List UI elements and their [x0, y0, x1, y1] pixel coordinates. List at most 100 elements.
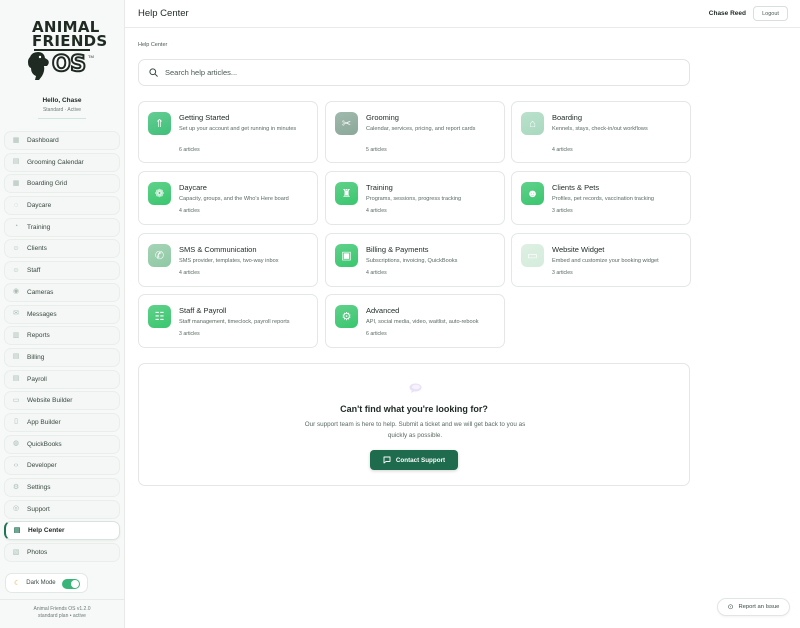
logo-os: OS [51, 51, 87, 78]
wallet-icon: ▣ [335, 244, 358, 267]
sidebar-item-dashboard[interactable]: ▦ Dashboard [4, 131, 120, 150]
camera-icon: ◉ [12, 288, 20, 296]
help-icon: ▤ [13, 526, 21, 534]
category-title: Staff & Payroll [179, 306, 227, 315]
support-icon: ◎ [12, 505, 20, 513]
category-card-daycare[interactable]: ❁ Daycare Capacity, groups, and the Who's … [138, 171, 318, 225]
sidebar-item-label: Grooming Calendar [27, 158, 84, 166]
sidebar-item-grooming-calendar[interactable]: ▤ Grooming Calendar [4, 152, 120, 172]
sidebar: ANIMAL FRIENDS OS TM Hello, Chase Standa… [0, 0, 125, 628]
category-description: Calendar, services, pricing, and report … [366, 126, 476, 132]
user-greeting: Hello, Chase [42, 97, 82, 104]
sidebar-item-help-center[interactable]: ▤ Help Center [4, 521, 120, 541]
top-bar: Help Center Chase Reed Logout [125, 0, 800, 28]
sidebar-item-clients[interactable]: ☺ Clients [4, 239, 120, 259]
sidebar-item-website-builder[interactable]: ▭ Website Builder [4, 391, 120, 411]
category-title: Getting Started [179, 113, 230, 122]
logo-tm: TM [88, 54, 94, 59]
category-card-staff-payroll[interactable]: ☷ Staff & Payroll Staff management, timecl… [138, 294, 318, 348]
sidebar-item-quickbooks[interactable]: ◍ QuickBooks [4, 434, 120, 454]
team-icon: ☷ [148, 305, 171, 328]
sidebar-item-reports[interactable]: ▥ Reports [4, 326, 120, 346]
category-card-boarding[interactable]: ⌂ Boarding Kennels, stays, check-in/out wo… [511, 101, 691, 163]
article-count: 3 articles [552, 208, 573, 214]
sidebar-item-daycare[interactable]: ◌ Daycare [4, 196, 120, 216]
sidebar-item-label: Dashboard [27, 137, 59, 144]
category-card-training[interactable]: ♜ Training Programs, sessions, progress tr… [325, 171, 505, 225]
sidebar-item-photos[interactable]: ▧ Photos [4, 543, 120, 563]
category-title: Training [366, 183, 393, 192]
sidebar-item-label: Developer [27, 462, 57, 470]
phone-call-icon: ✆ [148, 244, 171, 267]
message-icon: ✉ [13, 310, 19, 317]
category-card-advanced[interactable]: ⚙ Advanced API, social media, video, waitl… [325, 294, 505, 348]
sidebar-item-label: Boarding Grid [27, 180, 68, 188]
sidebar-item-support[interactable]: ◎ Support [4, 499, 120, 519]
version-line1: Animal Friends OS v1.2.0 [33, 606, 91, 612]
support-title: Can't find what you're looking for? [340, 404, 488, 414]
category-title: Website Widget [552, 245, 605, 254]
breadcrumb: Help Center [138, 42, 168, 48]
sidebar-item-label: Staff [27, 267, 41, 275]
category-title: Billing & Payments [366, 245, 429, 254]
category-description: Programs, sessions, progress tracking [366, 196, 462, 202]
sidebar-item-label: App Builder [27, 418, 61, 426]
category-card-sms-communication[interactable]: ✆ SMS & Communication SMS provider, templa… [138, 233, 318, 287]
sidebar-item-label: Photos [27, 549, 48, 557]
article-count: 3 articles [552, 270, 573, 276]
sidebar-item-label: Training [27, 223, 51, 231]
sidebar-item-developer[interactable]: ‹› Developer [4, 456, 120, 476]
trophy-icon: ♜ [335, 182, 358, 205]
footer-divider [0, 599, 124, 600]
sidebar-item-label: Reports [27, 332, 50, 340]
category-card-clients-pets[interactable]: ☻ Clients & Pets Profiles, pet records, va… [511, 171, 691, 225]
category-description: Staff management, timeclock, payroll rep… [179, 319, 290, 325]
sidebar-item-label: Help Center [28, 527, 65, 535]
sidebar-item-boarding-grid[interactable]: ▦ Boarding Grid [4, 174, 120, 194]
sidebar-item-messages[interactable]: ✉ Messages [4, 304, 120, 324]
sidebar-item-staff[interactable]: ☺ Staff [4, 261, 120, 281]
search-input[interactable] [165, 68, 645, 77]
contact-support-button[interactable]: Contact Support [370, 450, 458, 470]
sidebar-item-app-builder[interactable]: ▯ App Builder [4, 412, 120, 432]
report-issue-button[interactable]: ⊙ Report an Issue [717, 598, 790, 616]
category-card-billing-payments[interactable]: ▣ Billing & Payments Subscriptions, invoic… [325, 233, 505, 287]
clients-icon: ☺ [12, 244, 20, 252]
sidebar-item-training[interactable]: ◔ Training [4, 217, 120, 237]
sidebar-item-cameras[interactable]: ◉ Cameras [4, 282, 120, 302]
logout-button[interactable]: Logout [753, 6, 788, 21]
staff-icon: ☺ [12, 266, 20, 274]
window-icon: ▭ [521, 244, 544, 267]
category-description: Set up your account and get running in m… [179, 126, 297, 132]
billing-icon: ▤ [12, 353, 20, 361]
category-description: SMS provider, templates, two-way inbox [179, 258, 279, 264]
category-card-getting-started[interactable]: ⇑ Getting Started Set up your account and … [138, 101, 318, 163]
sidebar-item-billing[interactable]: ▤ Billing [4, 347, 120, 367]
article-count: 4 articles [552, 147, 573, 153]
people-icon: ☻ [521, 182, 544, 205]
contact-support-label: Contact Support [395, 456, 446, 464]
search-bar[interactable] [138, 59, 690, 86]
sidebar-item-label: Website Builder [27, 397, 73, 405]
toggle-switch[interactable] [62, 579, 80, 589]
support-panel: Can't find what you're looking for? Our … [138, 363, 690, 486]
sidebar-item-payroll[interactable]: ▤ Payroll [4, 369, 120, 389]
category-title: Clients & Pets [552, 183, 600, 192]
website-icon: ▭ [12, 396, 20, 404]
user-plan: Standard · Active [42, 107, 82, 113]
category-description: Embed and customize your booking widget [552, 258, 659, 264]
sidebar-item-label: Messages [27, 310, 57, 318]
calendar-icon: ▤ [12, 158, 20, 166]
category-card-grooming[interactable]: ✂ Grooming Calendar, services, pricing, an… [325, 101, 505, 163]
category-title: Grooming [366, 113, 399, 122]
category-card-website-widget[interactable]: ▭ Website Widget Embed and customize your … [511, 233, 691, 287]
support-description: Our support team is here to help. Submit… [304, 421, 526, 439]
dark-mode-toggle[interactable]: ☾ Dark Mode [5, 573, 88, 593]
category-description: Subscriptions, invoicing, QuickBooks [366, 258, 458, 264]
sidebar-item-label: Daycare [27, 202, 52, 210]
article-count: 4 articles [366, 270, 387, 276]
report-issue-label: Report an Issue [738, 604, 780, 610]
sidebar-item-label: Billing [27, 353, 45, 361]
article-count: 6 articles [179, 147, 200, 153]
sidebar-item-settings[interactable]: ⚙ Settings [4, 478, 120, 497]
